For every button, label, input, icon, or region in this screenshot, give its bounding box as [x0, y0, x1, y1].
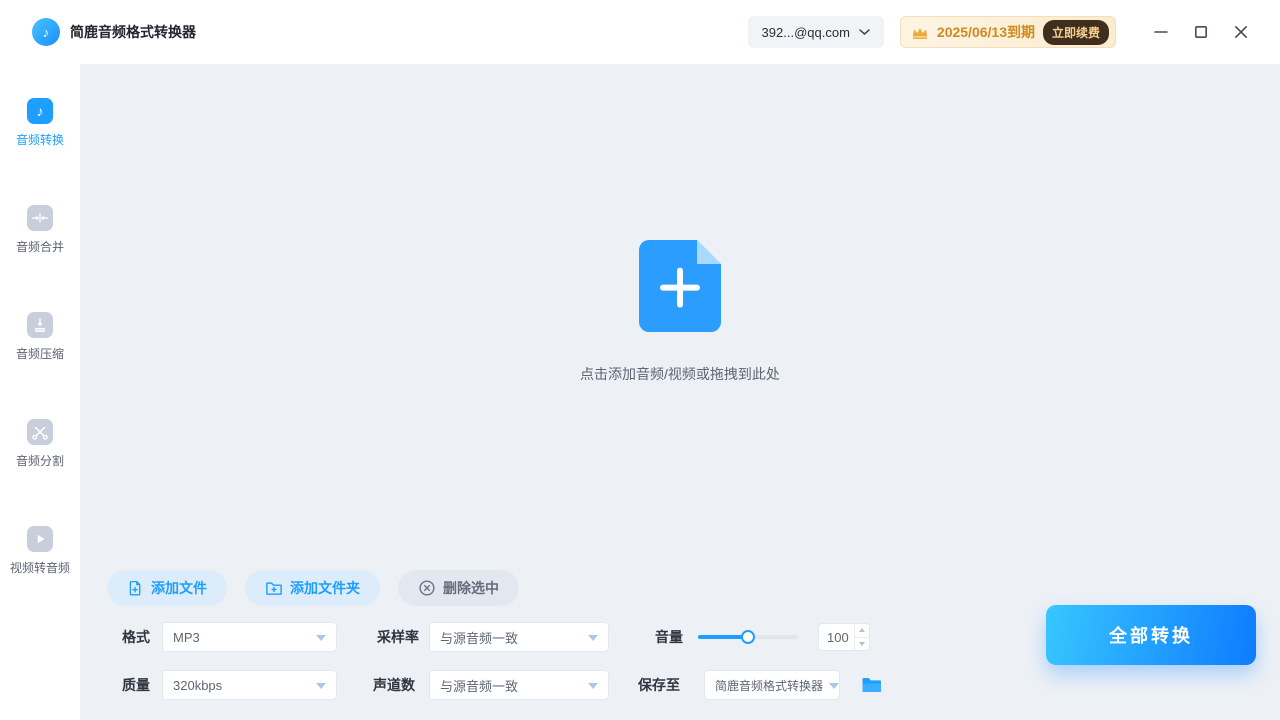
format-select[interactable]: MP3: [162, 622, 337, 652]
file-plus-icon: [639, 240, 721, 332]
save-to-label: 保存至: [638, 675, 680, 695]
volume-input-box: [818, 623, 870, 651]
volume-label: 音量: [655, 627, 683, 647]
volume-input[interactable]: [819, 624, 851, 650]
dropdown-caret-icon: [588, 683, 598, 694]
close-button[interactable]: [1226, 17, 1256, 47]
quality-select[interactable]: 320kbps: [162, 670, 337, 700]
plus-icon: [660, 268, 700, 308]
minimize-icon: [1154, 25, 1168, 39]
compress-icon: [27, 312, 53, 338]
minimize-button[interactable]: [1146, 17, 1176, 47]
settings-row-1: 格式 MP3 采样率 与源音频一致 音量: [122, 622, 870, 652]
triangle-down-icon: [859, 642, 865, 649]
convert-all-button[interactable]: 全部转换: [1046, 605, 1256, 665]
account-email: 392...@qq.com: [762, 25, 850, 40]
delete-selected-button[interactable]: 删除选中: [398, 570, 519, 606]
sidebar-item-audio-merge[interactable]: 音频合并: [16, 205, 64, 255]
sidebar-item-video-to-audio[interactable]: 视频转音频: [10, 526, 70, 576]
add-folder-button[interactable]: 添加文件夹: [245, 570, 380, 606]
split-scissors-icon: [27, 419, 53, 445]
renew-button[interactable]: 立即续费: [1043, 20, 1109, 45]
sidebar: ♪ 音频转换 音频合并 音频压缩 音频分割 视频转音频: [0, 64, 80, 720]
channels-select[interactable]: 与源音频一致: [429, 670, 609, 700]
sidebar-item-audio-convert[interactable]: ♪ 音频转换: [16, 98, 64, 148]
format-label: 格式: [122, 627, 150, 647]
dropdown-caret-icon: [829, 683, 839, 694]
spinner-up-button[interactable]: [855, 624, 869, 638]
topbar-right: 392...@qq.com 2025/06/13到期 立即续费: [748, 16, 1256, 48]
license-pill: 2025/06/13到期 立即续费: [900, 16, 1116, 48]
add-file-button[interactable]: 添加文件: [107, 570, 227, 606]
close-icon: [1234, 25, 1248, 39]
quality-label: 质量: [122, 675, 150, 695]
maximize-icon: [1194, 25, 1208, 39]
video-play-icon: [27, 526, 53, 552]
dropzone-hint: 点击添加音频/视频或拖拽到此处: [580, 364, 780, 384]
dropdown-caret-icon: [316, 683, 326, 694]
merge-arrows-icon: [27, 205, 53, 231]
account-dropdown[interactable]: 392...@qq.com: [748, 16, 884, 48]
maximize-button[interactable]: [1186, 17, 1216, 47]
file-actions: 添加文件 添加文件夹 删除选中: [107, 570, 519, 606]
settings-row-2: 质量 320kbps 声道数 与源音频一致 保存至 简鹿音频格式转换器: [122, 670, 884, 700]
format-value: MP3: [173, 630, 200, 645]
topbar: ♪ 简鹿音频格式转换器 392...@qq.com 2025/06/13到期 立…: [0, 0, 1280, 64]
folder-plus-icon: [265, 580, 283, 596]
app-title: 简鹿音频格式转换器: [70, 22, 196, 42]
save-to-value: 简鹿音频格式转换器: [715, 677, 823, 694]
folder-icon: [861, 676, 882, 694]
license-expiry: 2025/06/13到期: [937, 22, 1035, 42]
quality-value: 320kbps: [173, 678, 222, 693]
browse-folder-button[interactable]: [858, 672, 884, 698]
window-controls: [1146, 17, 1256, 47]
app-logo-icon: ♪: [32, 18, 60, 46]
triangle-up-icon: [859, 625, 865, 632]
volume-slider-handle[interactable]: [741, 630, 755, 644]
volume-spinner: [854, 624, 869, 650]
chevron-down-icon: [859, 29, 870, 36]
dropdown-caret-icon: [588, 635, 598, 646]
spinner-down-button[interactable]: [855, 638, 869, 651]
channels-value: 与源音频一致: [440, 676, 518, 695]
brand: ♪ 简鹿音频格式转换器: [32, 18, 196, 46]
dropzone[interactable]: 点击添加音频/视频或拖拽到此处: [80, 64, 1280, 560]
sample-rate-label: 采样率: [377, 627, 419, 647]
document-plus-icon: [127, 579, 144, 597]
sample-rate-select[interactable]: 与源音频一致: [429, 622, 609, 652]
dropdown-caret-icon: [316, 635, 326, 646]
channels-label: 声道数: [373, 675, 415, 695]
sidebar-item-audio-split[interactable]: 音频分割: [16, 419, 64, 469]
sidebar-item-audio-compress[interactable]: 音频压缩: [16, 312, 64, 362]
save-to-select[interactable]: 简鹿音频格式转换器: [704, 670, 840, 700]
crown-icon: [911, 25, 929, 40]
sample-rate-value: 与源音频一致: [440, 628, 518, 647]
volume-slider[interactable]: [698, 622, 798, 652]
circle-x-icon: [418, 579, 436, 597]
music-note-icon: ♪: [27, 98, 53, 124]
main-area: 点击添加音频/视频或拖拽到此处 添加文件 添加文件夹 删除选中 格式 MP3 采…: [80, 64, 1280, 720]
